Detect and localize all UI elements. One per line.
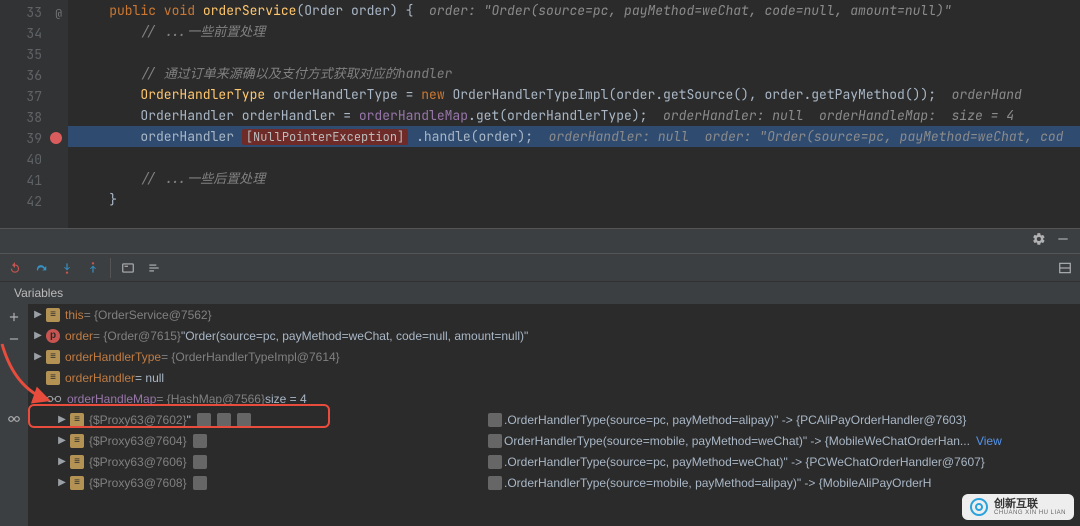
layout-icon[interactable]	[1056, 259, 1074, 277]
add-watch-icon[interactable]	[5, 308, 23, 326]
truncated-icon	[488, 413, 502, 427]
inline-debug-hint: order: "Order(source=pc, payMethod=weCha…	[413, 2, 951, 19]
code-line: // ...一些前置处理	[68, 21, 1080, 42]
object-icon: ≡	[70, 434, 84, 448]
collapse-icon[interactable]: ▼	[32, 393, 44, 404]
line-number: 33@	[0, 2, 68, 23]
map-entry-value: .OrderHandlerType(source=pc, payMethod=a…	[488, 409, 966, 430]
remove-watch-icon[interactable]	[5, 330, 23, 348]
variables-side-toolbar	[0, 304, 28, 526]
code-line: OrderHandler orderHandler = orderHandleM…	[68, 105, 1080, 126]
line-number[interactable]: 39	[0, 128, 68, 149]
evaluate-expression-icon[interactable]	[119, 259, 137, 277]
line-number: 42	[0, 191, 68, 212]
inline-debug-hint: orderHandler: null orderHandleMap: size …	[663, 107, 1014, 124]
restart-frame-icon[interactable]	[6, 259, 24, 277]
watermark-brand: 创新互联	[994, 499, 1066, 510]
view-link[interactable]: View	[976, 434, 1002, 448]
expand-icon[interactable]: ▶	[32, 309, 44, 320]
code-line-current: orderHandler [NullPointerException] .han…	[68, 126, 1080, 147]
code-line: public void orderService(Order order) { …	[68, 0, 1080, 21]
expand-icon[interactable]: ▶	[56, 414, 68, 425]
trace-icon[interactable]	[145, 259, 163, 277]
settings-icon[interactable]	[1032, 232, 1046, 250]
truncated-icon	[193, 434, 207, 448]
editor-gutter: 33@ 34 35 36 37 38 39 40 41 42	[0, 0, 68, 228]
object-icon: ≡	[70, 476, 84, 490]
truncated-icon	[217, 413, 231, 427]
variable-row-orderhandler[interactable]: ≡ orderHandler = null	[28, 367, 1080, 388]
truncated-icon	[193, 455, 207, 469]
expand-icon[interactable]: ▶	[56, 477, 68, 488]
expand-icon[interactable]: ▶	[32, 351, 44, 362]
truncated-icon	[193, 476, 207, 490]
code-line: OrderHandlerType orderHandlerType = new …	[68, 84, 1080, 105]
map-entry-value: .OrderHandlerType(source=pc, payMethod=w…	[488, 451, 985, 472]
override-icon: @	[55, 4, 62, 25]
variable-row-orderhandlertype[interactable]: ▶ ≡ orderHandlerType = {OrderHandlerType…	[28, 346, 1080, 367]
step-out-icon[interactable]	[84, 259, 102, 277]
breakpoint-icon[interactable]	[50, 132, 62, 144]
code-line	[68, 147, 1080, 168]
inline-debug-hint: orderHand	[952, 86, 1022, 103]
expand-icon[interactable]: ▶	[56, 435, 68, 446]
map-entry-value: .OrderHandlerType(source=mobile, payMeth…	[488, 472, 931, 493]
truncated-icon	[488, 434, 502, 448]
expand-icon[interactable]: ▶	[32, 330, 44, 341]
code-line: }	[68, 189, 1080, 210]
code-line: // 通过订单来源确以及支付方式获取对应的handler	[68, 63, 1080, 84]
truncated-icon	[488, 476, 502, 490]
line-number: 38	[0, 107, 68, 128]
code-editor: 33@ 34 35 36 37 38 39 40 41 42 public vo…	[0, 0, 1080, 228]
line-number: 40	[0, 149, 68, 170]
line-number: 41	[0, 170, 68, 191]
watches-icon[interactable]	[5, 410, 23, 428]
variables-tree[interactable]: ▶ ≡ this = {OrderService@7562} ▶ p order…	[28, 304, 1080, 526]
object-icon: ≡	[46, 350, 60, 364]
variable-row-orderhandlemap[interactable]: ▼ orderHandleMap = {HashMap@7566} size =…	[28, 388, 1080, 409]
object-icon: ≡	[70, 413, 84, 427]
inline-debug-hint: orderHandler: null order: "Order(source=…	[549, 128, 1064, 145]
truncated-icon	[488, 455, 502, 469]
line-number: 37	[0, 86, 68, 107]
line-number: 35	[0, 44, 68, 65]
editor-content[interactable]: public void orderService(Order order) { …	[68, 0, 1080, 228]
variables-panel: ▶ ≡ this = {OrderService@7562} ▶ p order…	[0, 304, 1080, 526]
debug-toolbar	[0, 254, 1080, 282]
object-icon: ≡	[46, 371, 60, 385]
map-entry-value: OrderHandlerType(source=mobile, payMetho…	[488, 430, 1002, 451]
code-line: // ...一些后置处理	[68, 168, 1080, 189]
variables-panel-title: Variables	[0, 282, 1080, 304]
watermark-sub: CHUANG XIN HU LIAN	[994, 510, 1066, 516]
exception-inlay: [NullPointerException]	[242, 129, 408, 145]
step-into-icon[interactable]	[58, 259, 76, 277]
debug-panel-header	[0, 228, 1080, 254]
truncated-icon	[197, 413, 211, 427]
code-line	[68, 42, 1080, 63]
line-number: 36	[0, 65, 68, 86]
truncated-icon	[237, 413, 251, 427]
minimize-icon[interactable]	[1056, 232, 1070, 250]
watermark-badge: 创新互联 CHUANG XIN HU LIAN	[962, 494, 1074, 520]
variable-row-order[interactable]: ▶ p order = {Order@7615} "Order(source=p…	[28, 325, 1080, 346]
step-over-icon[interactable]	[32, 259, 50, 277]
variable-row-this[interactable]: ▶ ≡ this = {OrderService@7562}	[28, 304, 1080, 325]
object-icon: ≡	[46, 308, 60, 322]
watch-glasses-icon	[46, 393, 62, 405]
line-number: 34	[0, 23, 68, 44]
parameter-icon: p	[46, 329, 60, 343]
separator	[110, 258, 111, 278]
watermark-logo-icon	[970, 498, 988, 516]
object-icon: ≡	[70, 455, 84, 469]
expand-icon[interactable]: ▶	[56, 456, 68, 467]
